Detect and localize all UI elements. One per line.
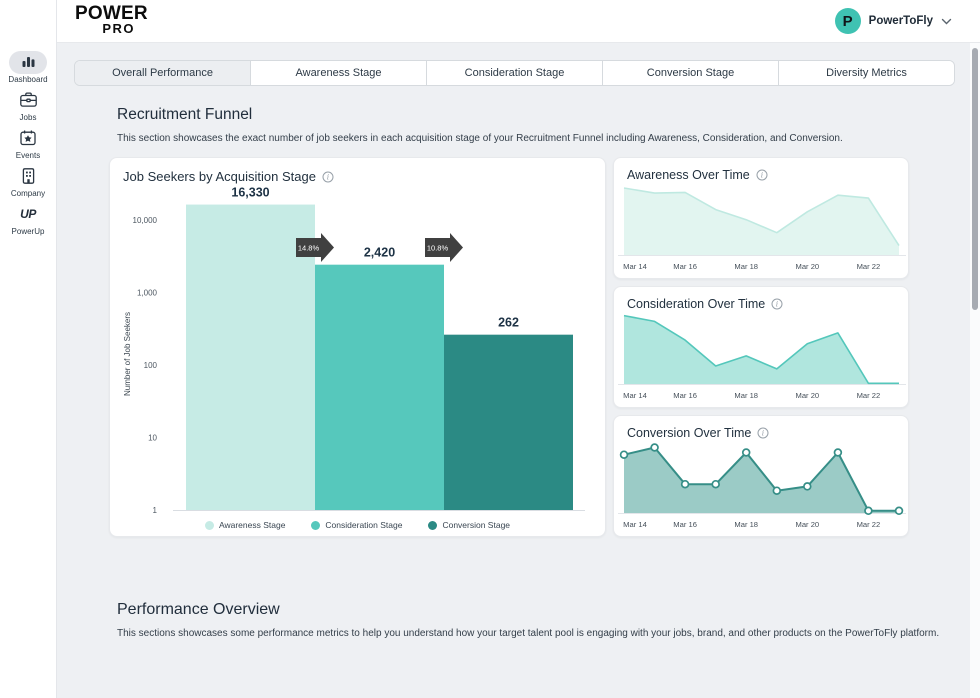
section-description-performance-overview: This sections showcases some performance… [117, 628, 940, 639]
svg-text:2,420: 2,420 [364, 246, 395, 260]
legend-dot [311, 521, 320, 530]
section-title-recruitment-funnel: Recruitment Funnel [117, 106, 980, 124]
profile-name: PowerToFly [869, 15, 933, 27]
svg-text:Mar 20: Mar 20 [796, 391, 820, 400]
svg-text:Mar 22: Mar 22 [857, 391, 881, 400]
legend-item: Conversion Stage [428, 520, 510, 530]
svg-text:Number of Job Seekers: Number of Job Seekers [123, 312, 132, 396]
legend-item: Awareness Stage [205, 520, 285, 530]
top-header: POWER PRO P PowerToFly [57, 0, 980, 43]
funnel-bar-chart[interactable]: 1 10 100 1,000 10,000 16,330 2,420 262 14.8% 10.8… [123, 184, 592, 515]
scrollbar-track[interactable] [970, 43, 980, 698]
legend-item: Consideration Stage [311, 520, 402, 530]
profile-menu[interactable]: P PowerToFly [835, 8, 952, 34]
charts-row: Job Seekers by Acquisition Stage i 1 10 10… [109, 157, 980, 537]
legend-dot [428, 521, 437, 530]
sidebar-item-company[interactable]: Company [0, 164, 56, 200]
svg-text:Mar 20: Mar 20 [796, 262, 820, 271]
sidebar-item-label: PowerUp [12, 227, 45, 236]
dashboard-icon [9, 51, 47, 74]
events-icon [19, 126, 37, 150]
avatar: P [835, 8, 861, 34]
sidebar-item-jobs[interactable]: Jobs [0, 88, 56, 124]
svg-text:10,000: 10,000 [133, 216, 158, 225]
powerpro-logo[interactable]: POWER PRO [75, 5, 137, 35]
sidebar-item-label: Dashboard [8, 75, 47, 84]
svg-text:10: 10 [148, 434, 157, 443]
sidebar-item-label: Events [16, 151, 40, 160]
sidebar-item-label: Jobs [20, 113, 37, 122]
funnel-chart-title-row: Job Seekers by Acquisition Stage i [123, 169, 592, 184]
main-content: Overall Performance Awareness Stage Cons… [58, 43, 980, 698]
tab-consideration-stage[interactable]: Consideration Stage [426, 61, 602, 85]
svg-text:Mar 16: Mar 16 [673, 520, 697, 529]
section-title-performance-overview: Performance Overview [117, 601, 980, 619]
svg-text:Mar 14: Mar 14 [623, 262, 647, 271]
svg-text:Mar 16: Mar 16 [673, 391, 697, 400]
logo-text-pro: PRO [75, 23, 137, 35]
svg-text:10.8%: 10.8% [427, 244, 449, 253]
powerup-icon: UP [20, 202, 36, 226]
svg-text:100: 100 [144, 361, 158, 370]
svg-text:Mar 18: Mar 18 [734, 262, 758, 271]
conversion-over-time-card: Conversion Over Time i Mar 14Mar 16Mar 1… [613, 415, 909, 537]
funnel-chart-title: Job Seekers by Acquisition Stage [123, 169, 316, 184]
svg-text:16,330: 16,330 [231, 186, 269, 200]
svg-text:Mar 22: Mar 22 [857, 262, 881, 271]
svg-text:14.8%: 14.8% [298, 244, 320, 253]
company-icon [20, 164, 37, 188]
legend-dot [205, 521, 214, 530]
svg-text:Mar 22: Mar 22 [857, 520, 881, 529]
svg-text:1: 1 [153, 506, 158, 515]
sidebar-item-label: Company [11, 189, 45, 198]
section-description-recruitment-funnel: This section showcases the exact number … [117, 133, 940, 144]
info-icon[interactable]: i [322, 171, 334, 183]
funnel-chart-card: Job Seekers by Acquisition Stage i 1 10 10… [109, 157, 606, 537]
svg-text:262: 262 [498, 316, 519, 330]
consideration-area-chart[interactable]: Mar 14 Mar 16 Mar 18 Mar 20 Mar 22 [614, 308, 910, 404]
funnel-chart-legend: Awareness Stage Consideration Stage Conver… [123, 520, 592, 530]
svg-text:Mar 20: Mar 20 [796, 520, 820, 529]
scrollbar-thumb[interactable] [972, 48, 978, 310]
svg-text:Mar 16: Mar 16 [673, 262, 697, 271]
jobs-icon [19, 88, 38, 112]
chevron-down-icon [941, 18, 952, 25]
svg-text:1,000: 1,000 [137, 289, 158, 298]
stage-tabs: Overall Performance Awareness Stage Cons… [74, 60, 955, 86]
sidebar-item-powerup[interactable]: UP PowerUp [0, 202, 56, 238]
consideration-over-time-card: Consideration Over Time i Mar 14Mar 16Ma… [613, 286, 909, 408]
tab-conversion-stage[interactable]: Conversion Stage [602, 61, 778, 85]
tab-overall-performance[interactable]: Overall Performance [75, 61, 250, 85]
sidebar-item-dashboard[interactable]: Dashboard [0, 50, 56, 86]
svg-text:i: i [327, 172, 330, 181]
sidebar-item-events[interactable]: Events [0, 126, 56, 162]
awareness-over-time-card: Awareness Over Time i Mar 14Mar 16Mar 18… [613, 157, 909, 279]
awareness-area-chart[interactable]: Mar 14 Mar 16 Mar 18 Mar 20 Mar 22 [614, 179, 910, 275]
svg-text:Mar 14: Mar 14 [623, 391, 647, 400]
svg-text:Mar 14: Mar 14 [623, 520, 647, 529]
tab-diversity-metrics[interactable]: Diversity Metrics [778, 61, 954, 85]
sidebar: Dashboard Jobs Events Company UP PowerUp [0, 0, 57, 698]
conversion-area-chart[interactable]: Mar 14 Mar 16 Mar 18 Mar 20 Mar 22 [614, 437, 910, 533]
mini-charts-column: Awareness Over Time i Mar 14Mar 16Mar 18… [613, 157, 909, 537]
svg-text:Mar 18: Mar 18 [734, 520, 758, 529]
tab-awareness-stage[interactable]: Awareness Stage [250, 61, 426, 85]
svg-text:Mar 18: Mar 18 [734, 391, 758, 400]
